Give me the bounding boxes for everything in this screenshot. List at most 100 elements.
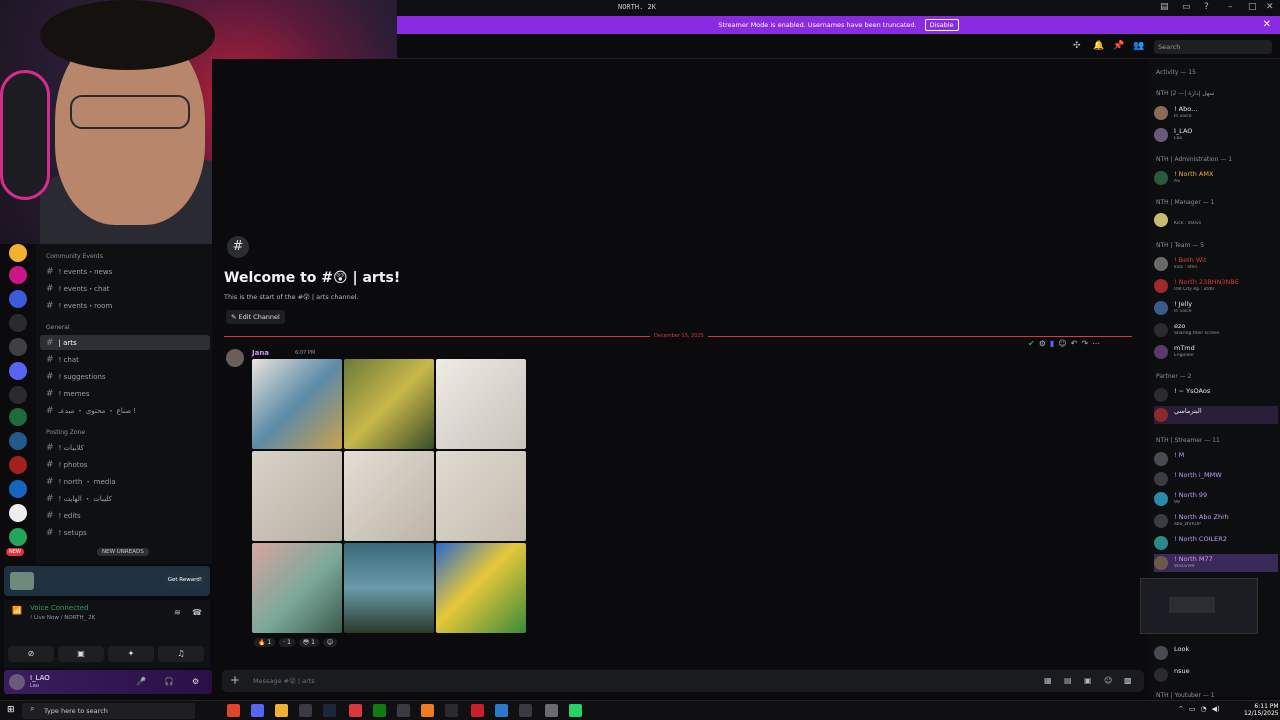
server-icon[interactable]: [9, 338, 27, 356]
disable-button[interactable]: Disable: [924, 19, 959, 31]
pin-icon[interactable]: 📌: [1113, 41, 1124, 51]
member-item[interactable]: ! Beth Wit kick : xfeli: [1154, 255, 1278, 273]
channel-item[interactable]: # ! events・room: [40, 298, 210, 313]
app-icon[interactable]: [495, 704, 508, 717]
gif-icon[interactable]: ▤: [1064, 676, 1072, 685]
artwork-image[interactable]: [252, 451, 342, 541]
windows-start-icon[interactable]: ⊞: [7, 705, 15, 715]
get-reward-button[interactable]: Get Reward!: [163, 574, 206, 586]
soundboard-button[interactable]: ♫: [158, 646, 204, 662]
member-item[interactable]: ! ~ YsOAos: [1154, 386, 1278, 404]
maximize-icon[interactable]: □: [1248, 2, 1257, 12]
screen-share-preview[interactable]: [1140, 578, 1258, 634]
server-icon[interactable]: [9, 480, 27, 498]
member-item[interactable]: ! North COILER2: [1154, 534, 1278, 552]
store-icon[interactable]: [299, 704, 312, 717]
close-window-icon[interactable]: ✕: [1266, 2, 1274, 12]
inbox-icon[interactable]: ▤: [1160, 2, 1169, 12]
channel-item-arts[interactable]: # | arts: [40, 335, 210, 350]
reaction[interactable]: · 1: [279, 638, 295, 647]
member-item[interactable]: ! North AMX AS: [1154, 169, 1278, 187]
message-author[interactable]: Jana: [252, 349, 269, 357]
avatar[interactable]: [9, 674, 25, 690]
close-icon[interactable]: ✕: [1263, 19, 1271, 30]
server-icon[interactable]: [9, 244, 27, 262]
voice-channel[interactable]: ! Live Now / NORTH_ 2K: [30, 615, 95, 621]
voice-status[interactable]: Voice Connected: [30, 604, 89, 612]
app-icon[interactable]: [421, 704, 434, 717]
app-icon[interactable]: ▮: [1050, 339, 1054, 348]
server-icon[interactable]: [9, 362, 27, 380]
member-item[interactable]: ! North i_MMW: [1154, 470, 1278, 488]
member-item[interactable]: Look: [1154, 644, 1278, 662]
wifi-icon[interactable]: ◔: [1201, 705, 1207, 713]
app-icon[interactable]: [349, 704, 362, 717]
channel-item[interactable]: # ! edits: [40, 508, 210, 523]
volume-icon[interactable]: ◀): [1212, 705, 1220, 713]
emoji-icon[interactable]: ☺: [1104, 676, 1112, 685]
artwork-image[interactable]: [252, 359, 342, 449]
channel-item[interactable]: # ! memes: [40, 386, 210, 401]
sticker-icon[interactable]: ▣: [1084, 676, 1092, 685]
app-icon[interactable]: [545, 704, 558, 717]
camera-button[interactable]: ⊘: [8, 646, 54, 662]
noise-icon[interactable]: ≋: [174, 608, 181, 617]
member-item[interactable]: ezo Sharing their screen: [1154, 321, 1278, 339]
reaction[interactable]: 🔥 1: [254, 638, 276, 647]
server-icon[interactable]: [9, 386, 27, 404]
member-item[interactable]: ! Abo... In voice: [1154, 104, 1278, 122]
member-item[interactable]: Kick : its0vn: [1154, 211, 1278, 229]
taskbar-search[interactable]: Type here to search: [22, 703, 195, 719]
server-icon[interactable]: [9, 266, 27, 284]
help-icon[interactable]: ?: [1204, 2, 1209, 12]
server-icon[interactable]: [9, 432, 27, 450]
clock[interactable]: 6:11 PM 12/15/2025: [1244, 703, 1279, 717]
channel-item[interactable]: # ! كلايبات: [40, 440, 210, 455]
channel-item[interactable]: # ! photos: [40, 457, 210, 472]
username[interactable]: I_LAO: [30, 674, 50, 682]
server-icon[interactable]: [9, 290, 27, 308]
xbox-icon[interactable]: [373, 704, 386, 717]
gift-icon[interactable]: ▦: [1044, 676, 1052, 685]
folder-icon[interactable]: [275, 704, 288, 717]
artwork-image[interactable]: [436, 543, 526, 633]
member-item[interactable]: البترماسي: [1154, 406, 1278, 424]
discord-icon[interactable]: [251, 704, 264, 717]
app-icon[interactable]: [471, 704, 484, 717]
disconnect-icon[interactable]: ☎: [192, 608, 202, 617]
app-icon[interactable]: [519, 704, 532, 717]
bell-icon[interactable]: 🔔: [1093, 41, 1104, 51]
message-composer[interactable]: + Message #😲 | arts ▦ ▤ ▣ ☺ ▩: [222, 670, 1144, 692]
channel-item[interactable]: # صناع ・ محتوى ・ مبدعـ !: [40, 403, 210, 418]
artwork-image[interactable]: [344, 451, 434, 541]
activity-button[interactable]: ✦: [108, 646, 154, 662]
more-icon[interactable]: ⋯: [1092, 339, 1100, 348]
artwork-image[interactable]: [344, 359, 434, 449]
member-item[interactable]: ! North M77 Wasan99: [1154, 554, 1278, 572]
category-general[interactable]: General: [46, 324, 70, 331]
plus-icon[interactable]: +: [230, 673, 240, 687]
battery-icon[interactable]: ▭: [1189, 705, 1196, 713]
avatar[interactable]: [226, 349, 244, 367]
steam-icon[interactable]: [323, 704, 336, 717]
chevron-up-icon[interactable]: ⌃: [1178, 705, 1184, 713]
threads-icon[interactable]: ✣: [1073, 41, 1081, 51]
artwork-image[interactable]: [344, 543, 434, 633]
mic-icon[interactable]: 🎤: [136, 677, 146, 686]
app-icon[interactable]: [445, 704, 458, 717]
server-icon[interactable]: [9, 528, 27, 546]
server-icon[interactable]: [9, 456, 27, 474]
members-icon[interactable]: 👥: [1133, 41, 1144, 51]
monitor-icon[interactable]: ▭: [1182, 2, 1191, 12]
reply-icon[interactable]: ↶: [1071, 339, 1078, 348]
member-item[interactable]: ! Jelly In voice: [1154, 299, 1278, 317]
member-item[interactable]: ! North 99 99: [1154, 490, 1278, 508]
member-item[interactable]: I_LAO Lao: [1154, 126, 1278, 144]
channel-item[interactable]: # ! suggestions: [40, 369, 210, 384]
brave-icon[interactable]: [227, 704, 240, 717]
minimize-icon[interactable]: –: [1228, 2, 1233, 12]
apps-icon[interactable]: ▩: [1124, 676, 1132, 685]
channel-item[interactable]: # ! north ・ media: [40, 474, 210, 489]
artwork-image[interactable]: [436, 359, 526, 449]
edit-channel-button[interactable]: ✎ Edit Channel: [226, 310, 285, 324]
